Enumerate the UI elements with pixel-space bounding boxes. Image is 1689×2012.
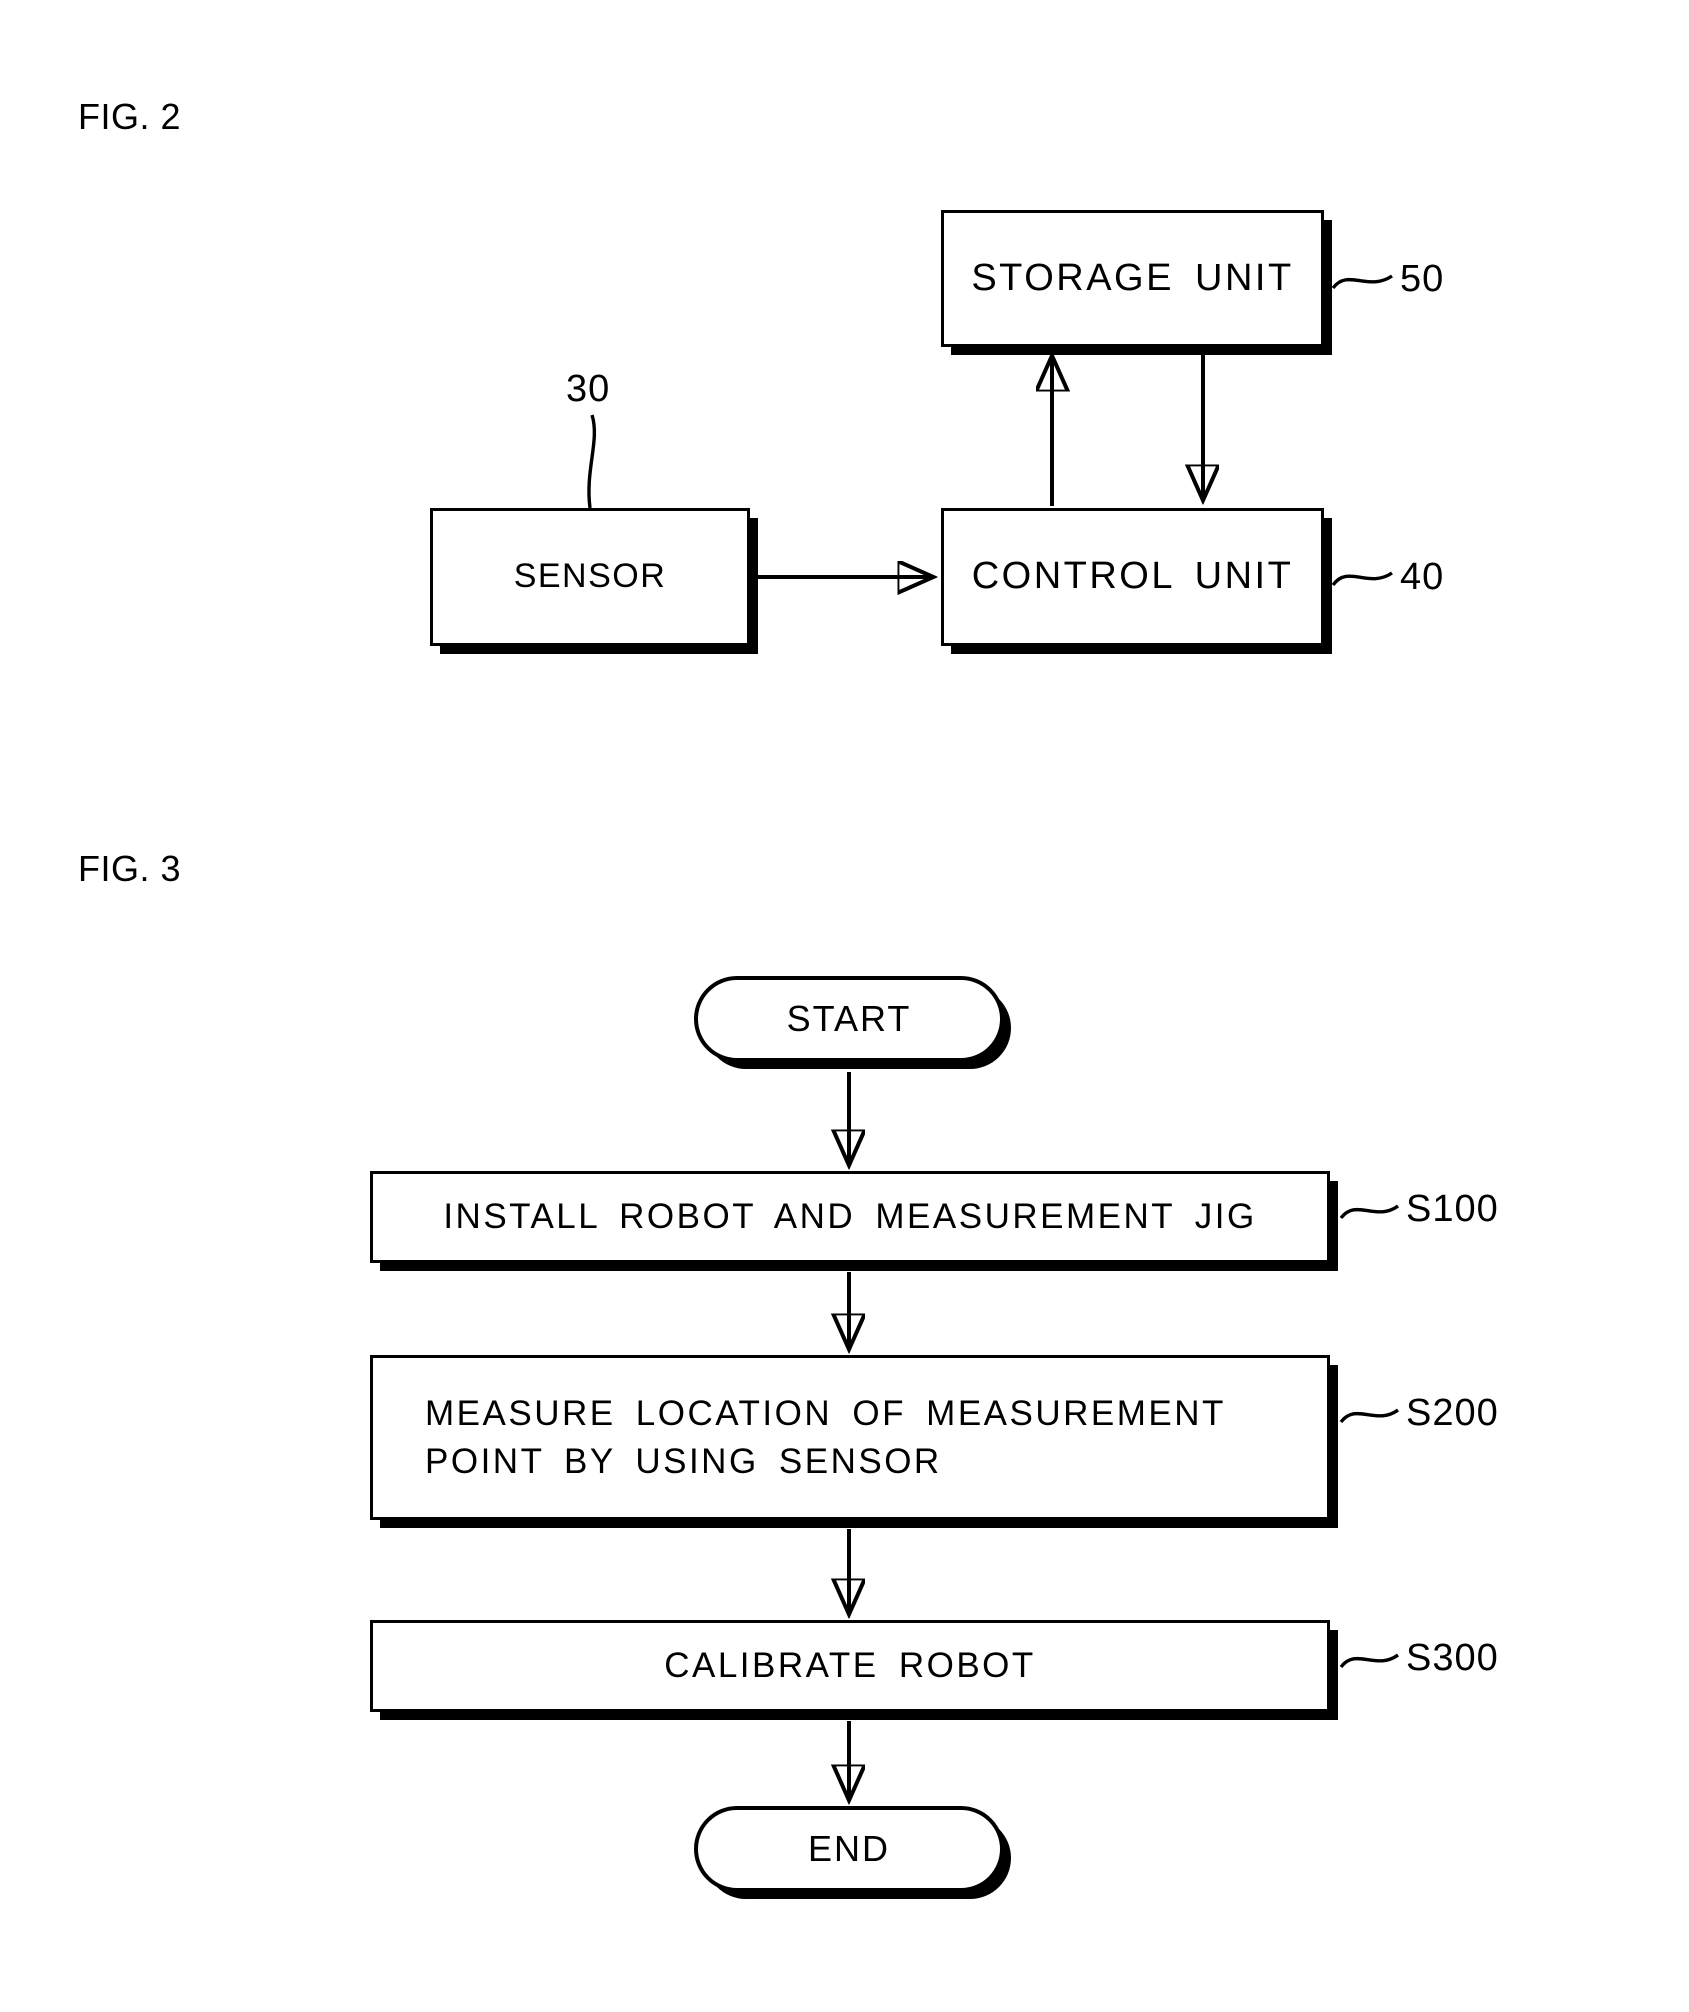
flow-terminal-start: START [694,976,1004,1062]
block-storage-unit-label: STORAGE UNIT [971,256,1294,299]
leader-line-50 [1331,274,1393,290]
reference-numeral-s300: S300 [1406,1637,1499,1679]
reference-numeral-storage-unit: 50 [1400,258,1445,300]
flow-step-s300-label: CALIBRATE ROBOT [664,1646,1036,1686]
leader-line-40 [1331,571,1393,587]
reference-numeral-s100: S100 [1406,1188,1499,1230]
figure-3-label: FIG. 3 [78,848,182,889]
block-sensor: SENSOR [430,508,750,646]
reference-numeral-s200: S200 [1406,1392,1499,1434]
figure-2-label: FIG. 2 [78,96,182,137]
flow-step-s200: MEASURE LOCATION OF MEASUREMENT POINT BY… [370,1355,1330,1520]
block-control-unit-label: CONTROL UNIT [971,555,1294,598]
flow-step-s100: INSTALL ROBOT AND MEASUREMENT JIG [370,1171,1330,1263]
block-storage-unit: STORAGE UNIT [941,210,1324,347]
block-control-unit: CONTROL UNIT [941,508,1324,646]
flow-step-s200-label: MEASURE LOCATION OF MEASUREMENT POINT BY… [425,1394,1226,1481]
leader-line-s100 [1339,1204,1399,1220]
leader-line-30 [587,414,597,509]
leader-line-s300 [1339,1653,1399,1669]
flow-step-s100-label: INSTALL ROBOT AND MEASUREMENT JIG [443,1197,1257,1237]
reference-numeral-sensor: 30 [566,368,611,410]
flow-step-s300: CALIBRATE ROBOT [370,1620,1330,1712]
reference-numeral-control-unit: 40 [1400,556,1445,598]
block-sensor-label: SENSOR [513,557,667,596]
flow-terminal-end: END [694,1806,1004,1892]
flow-terminal-end-label: END [807,1828,890,1869]
flow-terminal-start-label: START [786,998,912,1039]
leader-line-s200 [1339,1408,1399,1424]
